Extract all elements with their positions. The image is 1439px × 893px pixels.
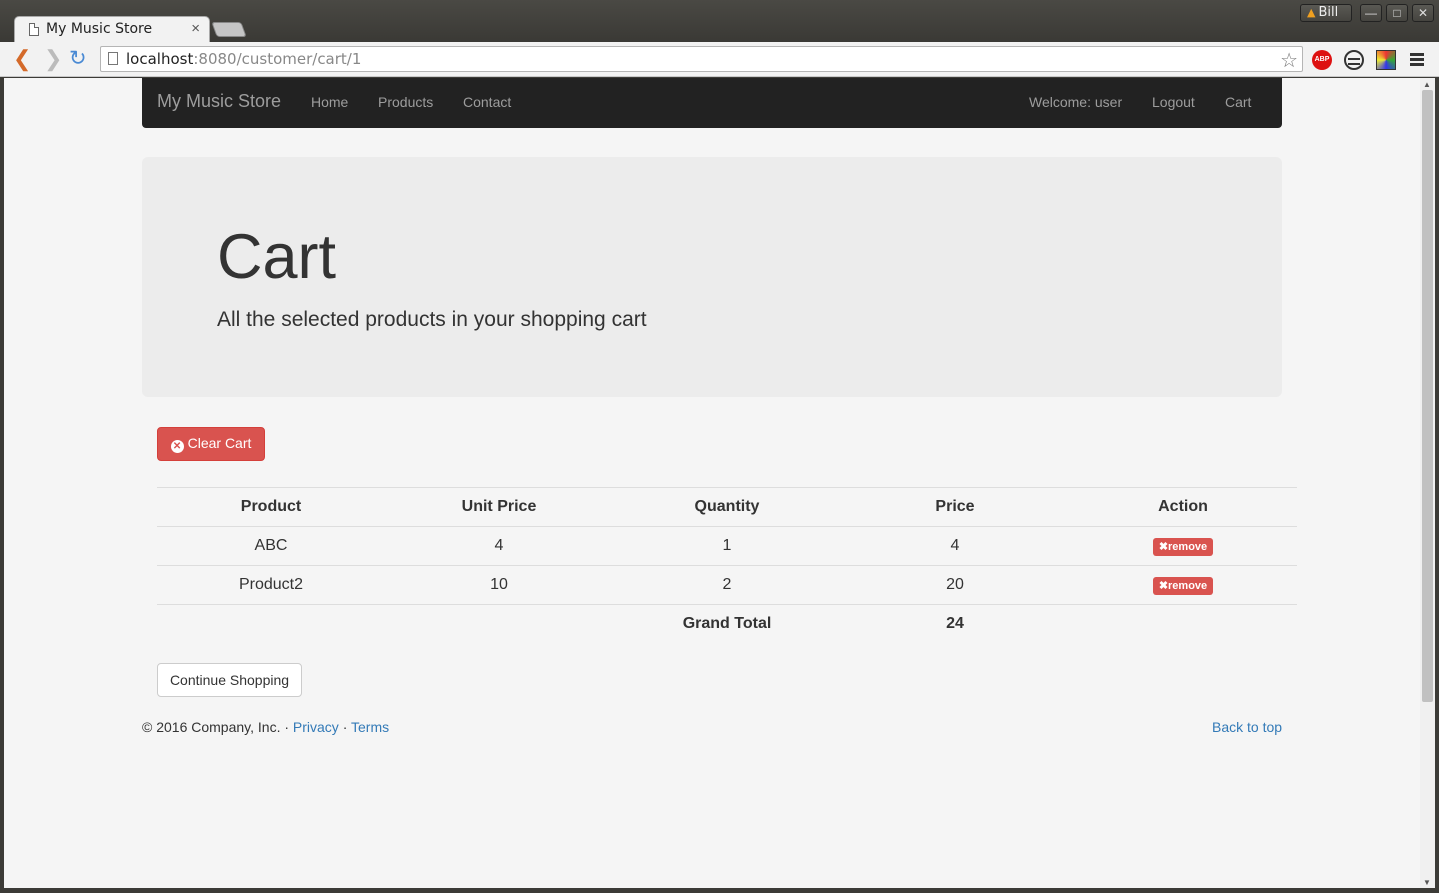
cell-quantity: 2 [613, 565, 841, 605]
nav-logout[interactable]: Logout [1152, 94, 1195, 110]
nav-contact[interactable]: Contact [463, 94, 511, 110]
sync-extension-icon[interactable] [1344, 50, 1364, 70]
grand-total-label: Grand Total [613, 604, 841, 644]
clear-cart-label: Clear Cart [187, 435, 252, 451]
cell-quantity: 1 [613, 526, 841, 566]
header-unit-price: Unit Price [385, 487, 613, 527]
cell-product: ABC [157, 526, 385, 566]
footer-copyright: © 2016 Company, Inc. · Privacy · Terms [142, 719, 389, 735]
cell-action: ✖remove [1069, 526, 1297, 566]
scroll-up-icon[interactable]: ▲ [1423, 80, 1431, 89]
terms-link[interactable]: Terms [351, 719, 389, 735]
back-icon[interactable]: ❮ [13, 47, 31, 71]
remove-button[interactable]: ✖remove [1152, 576, 1214, 595]
remove-button[interactable]: ✖remove [1152, 537, 1214, 556]
header-action: Action [1069, 487, 1297, 527]
browser-toolbar: ❮ ❯ ↻ localhost:8080/customer/cart/1 ☆ A… [0, 42, 1439, 77]
table-row: ABC 4 1 4 ✖remove [157, 526, 1297, 566]
cell-price: 20 [841, 565, 1069, 605]
adblock-icon[interactable]: ABP [1312, 50, 1332, 70]
window-titlebar: My Music Store × ▲ Bill — □ ✕ [0, 0, 1439, 43]
cell-price: 4 [841, 526, 1069, 566]
page-viewport: My Music Store Home Products Contact Wel… [4, 78, 1420, 888]
remove-x-icon: ✖ [1158, 540, 1169, 553]
scrollbar-thumb[interactable] [1422, 90, 1433, 702]
footer-separator: · [338, 719, 352, 735]
warning-icon: ▲ [1307, 6, 1316, 19]
extension-icon[interactable] [1376, 50, 1396, 70]
browser-tab[interactable]: My Music Store × [14, 16, 210, 43]
remove-x-icon: ✖ [1158, 579, 1169, 592]
remove-label: remove [1168, 540, 1208, 553]
new-tab-button[interactable] [211, 22, 247, 37]
url-host: localhost [126, 50, 194, 68]
nav-products[interactable]: Products [378, 94, 433, 110]
close-window-button[interactable]: ✕ [1412, 4, 1434, 22]
cart-table: Product Unit Price Quantity Price Action… [157, 487, 1297, 644]
profile-button[interactable]: ▲ Bill [1300, 4, 1352, 22]
document-icon [29, 23, 39, 36]
cell-unit-price: 4 [385, 526, 613, 566]
maximize-button[interactable]: □ [1386, 4, 1408, 22]
bookmark-star-icon[interactable]: ☆ [1280, 48, 1298, 73]
grand-total-row: Grand Total 24 [157, 604, 1297, 644]
page-scrollbar[interactable]: ▲ ▼ [1420, 78, 1435, 888]
site-navbar: My Music Store Home Products Contact Wel… [142, 78, 1282, 128]
address-bar[interactable]: localhost:8080/customer/cart/1 ☆ [100, 46, 1303, 72]
page-icon [108, 52, 118, 65]
reload-icon[interactable]: ↻ [69, 47, 87, 71]
header-quantity: Quantity [613, 487, 841, 527]
nav-cart[interactable]: Cart [1225, 94, 1251, 110]
tab-close-icon[interactable]: × [191, 20, 200, 37]
privacy-link[interactable]: Privacy [293, 719, 339, 735]
cell-product: Product2 [157, 565, 385, 605]
cell-unit-price: 10 [385, 565, 613, 605]
forward-icon[interactable]: ❯ [44, 47, 62, 71]
copyright-text: © 2016 Company, Inc. · [142, 719, 293, 735]
nav-home[interactable]: Home [311, 94, 348, 110]
menu-icon[interactable] [1410, 53, 1424, 66]
header-product: Product [157, 487, 385, 527]
grand-total-value: 24 [841, 604, 1069, 644]
profile-name: Bill [1318, 5, 1339, 20]
jumbotron: Cart All the selected products in your s… [142, 157, 1282, 397]
cell-action: ✖remove [1069, 565, 1297, 605]
table-row: Product2 10 2 20 ✖remove [157, 565, 1297, 605]
minimize-button[interactable]: — [1360, 4, 1382, 22]
site-brand[interactable]: My Music Store [157, 91, 281, 112]
tab-title: My Music Store [46, 21, 153, 37]
url-path: :8080/customer/cart/1 [193, 50, 362, 68]
page-title: Cart [217, 222, 337, 292]
continue-shopping-button[interactable]: Continue Shopping [157, 663, 302, 697]
nav-welcome-user[interactable]: Welcome: user [1029, 94, 1122, 110]
remove-label: remove [1168, 579, 1208, 592]
scroll-down-icon[interactable]: ▼ [1423, 878, 1431, 887]
clear-cart-button[interactable]: ✕ Clear Cart [157, 427, 265, 461]
table-header-row: Product Unit Price Quantity Price Action [157, 487, 1297, 527]
header-price: Price [841, 487, 1069, 527]
remove-circle-icon: ✕ [170, 440, 184, 453]
page-subtitle: All the selected products in your shoppi… [217, 308, 647, 331]
back-to-top-link[interactable]: Back to top [1212, 719, 1282, 735]
url-text[interactable]: localhost:8080/customer/cart/1 [126, 50, 361, 68]
